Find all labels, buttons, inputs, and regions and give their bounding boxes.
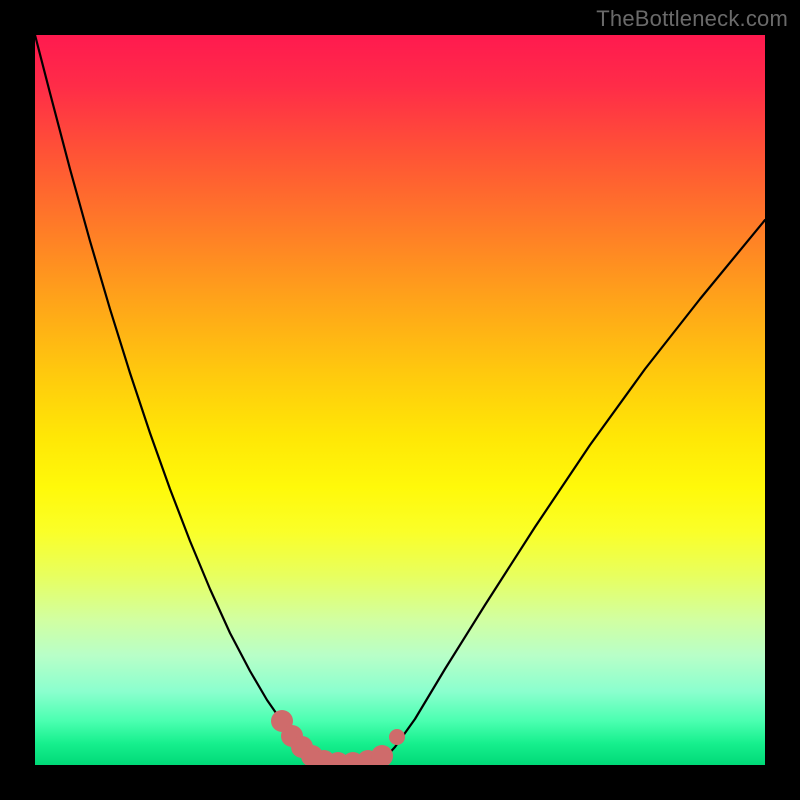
- highlight-marker: [371, 745, 393, 765]
- chart-frame: TheBottleneck.com: [0, 0, 800, 800]
- bottleneck-curve: [35, 35, 765, 764]
- plot-area: [35, 35, 765, 765]
- highlight-markers: [271, 710, 405, 765]
- highlight-marker: [389, 729, 405, 745]
- curve-layer: [35, 35, 765, 765]
- watermark-text: TheBottleneck.com: [596, 6, 788, 32]
- curve-path: [35, 35, 765, 764]
